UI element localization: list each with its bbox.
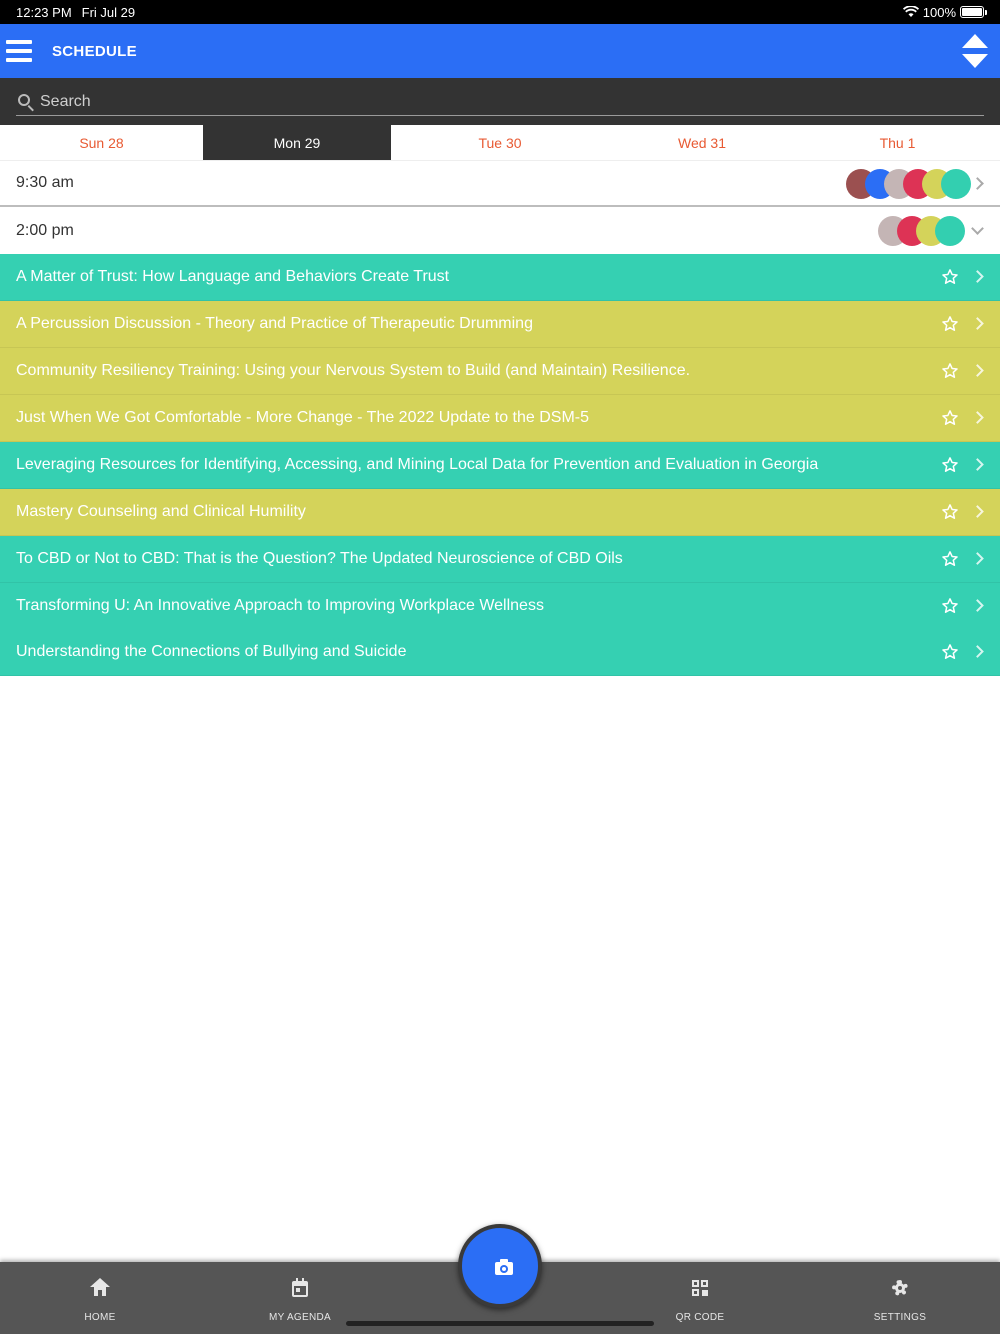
session-row[interactable]: A Matter of Trust: How Language and Beha…: [0, 254, 1000, 301]
session-title: A Matter of Trust: How Language and Beha…: [16, 268, 450, 285]
session-title: A Percussion Discussion - Theory and Pra…: [16, 315, 533, 332]
chevron-right-icon: [971, 364, 984, 377]
tab-wed-31[interactable]: Wed 31: [609, 125, 795, 160]
session-row[interactable]: Just When We Got Comfortable - More Chan…: [0, 395, 1000, 442]
session-row[interactable]: Leveraging Resources for Identifying, Ac…: [0, 442, 1000, 489]
chevron-right-icon: [971, 505, 984, 518]
day-tabs: Sun 28 Mon 29 Tue 30 Wed 31 Thu 1: [0, 125, 1000, 161]
chevron-right-icon: [971, 411, 984, 424]
status-time: 12:23 PM: [16, 4, 72, 20]
star-outline-icon[interactable]: [941, 456, 959, 474]
tab-mon-29[interactable]: Mon 29: [203, 125, 391, 160]
search-input[interactable]: [40, 92, 984, 111]
session-title: To CBD or Not to CBD: That is the Questi…: [16, 550, 623, 567]
session-row[interactable]: To CBD or Not to CBD: That is the Questi…: [0, 536, 1000, 583]
time-slot-200[interactable]: 2:00 pm: [0, 208, 1000, 254]
session-title: Understanding the Connections of Bullyin…: [16, 643, 407, 660]
track-dot: [941, 169, 971, 199]
track-dot: [935, 216, 965, 246]
status-date: Fri Jul 29: [81, 4, 136, 20]
star-outline-icon[interactable]: [941, 503, 959, 521]
time-slot-label: 2:00 pm: [16, 222, 74, 239]
session-row[interactable]: Transforming U: An Innovative Approach t…: [0, 583, 1000, 630]
star-outline-icon[interactable]: [941, 315, 959, 333]
battery-icon: [960, 6, 987, 18]
chevron-right-icon: [971, 599, 984, 612]
nav-qr-code-label: QR CODE: [675, 1312, 725, 1323]
camera-button[interactable]: [458, 1224, 542, 1308]
chevron-right-icon: [971, 317, 984, 330]
nav-home[interactable]: HOME: [40, 1262, 160, 1334]
tab-thu-1[interactable]: Thu 1: [795, 125, 1000, 160]
session-title: Mastery Counseling and Clinical Humility: [16, 503, 306, 520]
chevron-down-icon: [971, 222, 984, 235]
chevron-right-icon: [971, 270, 984, 283]
menu-icon[interactable]: [6, 40, 32, 62]
star-outline-icon[interactable]: [941, 643, 959, 661]
time-slot-label: 9:30 am: [16, 174, 74, 191]
session-row[interactable]: Mastery Counseling and Clinical Humility: [0, 489, 1000, 536]
home-indicator: [346, 1321, 654, 1326]
session-title: Transforming U: An Innovative Approach t…: [16, 597, 544, 614]
search-icon: [16, 92, 36, 112]
chevron-right-icon: [971, 176, 984, 190]
nav-my-agenda-label: MY AGENDA: [269, 1312, 331, 1323]
sort-icon[interactable]: [962, 34, 988, 68]
time-slot-930[interactable]: 9:30 am: [0, 161, 1000, 207]
session-row[interactable]: Understanding the Connections of Bullyin…: [0, 629, 1000, 676]
nav-settings[interactable]: SETTINGS: [840, 1262, 960, 1334]
tab-tue-30[interactable]: Tue 30: [391, 125, 609, 160]
session-title: Leveraging Resources for Identifying, Ac…: [16, 456, 819, 473]
wifi-icon: [902, 6, 919, 17]
search-field: [16, 88, 984, 116]
status-right: 100%: [902, 4, 987, 20]
qr-code-icon: [690, 1278, 710, 1298]
tab-sun-28[interactable]: Sun 28: [0, 125, 203, 160]
star-outline-icon[interactable]: [941, 597, 959, 615]
star-outline-icon[interactable]: [941, 268, 959, 286]
nav-qr-code[interactable]: QR CODE: [640, 1262, 760, 1334]
camera-icon: [495, 1259, 513, 1275]
calendar-icon: [290, 1278, 310, 1298]
track-color-dots: [846, 169, 971, 199]
chevron-right-icon: [971, 552, 984, 565]
session-row[interactable]: A Percussion Discussion - Theory and Pra…: [0, 301, 1000, 348]
battery-percent: 100%: [922, 4, 956, 20]
star-outline-icon[interactable]: [941, 409, 959, 427]
search-bar: [0, 78, 1000, 125]
track-color-dots: [878, 216, 965, 246]
session-title: Just When We Got Comfortable - More Chan…: [16, 409, 590, 426]
nav-home-label: HOME: [84, 1312, 116, 1323]
home-icon: [90, 1278, 110, 1298]
chevron-right-icon: [971, 458, 984, 471]
app-bar: SCHEDULE: [0, 24, 1000, 78]
page-title: SCHEDULE: [52, 42, 137, 60]
session-title: Community Resiliency Training: Using you…: [16, 362, 691, 379]
nav-settings-label: SETTINGS: [873, 1312, 927, 1323]
session-row[interactable]: Community Resiliency Training: Using you…: [0, 348, 1000, 395]
star-outline-icon[interactable]: [941, 362, 959, 380]
status-bar: 12:23 PM Fri Jul 29 100%: [0, 0, 1000, 24]
star-outline-icon[interactable]: [941, 550, 959, 568]
nav-my-agenda[interactable]: MY AGENDA: [240, 1262, 360, 1334]
gear-icon: [890, 1278, 910, 1298]
chevron-right-icon: [971, 645, 984, 658]
